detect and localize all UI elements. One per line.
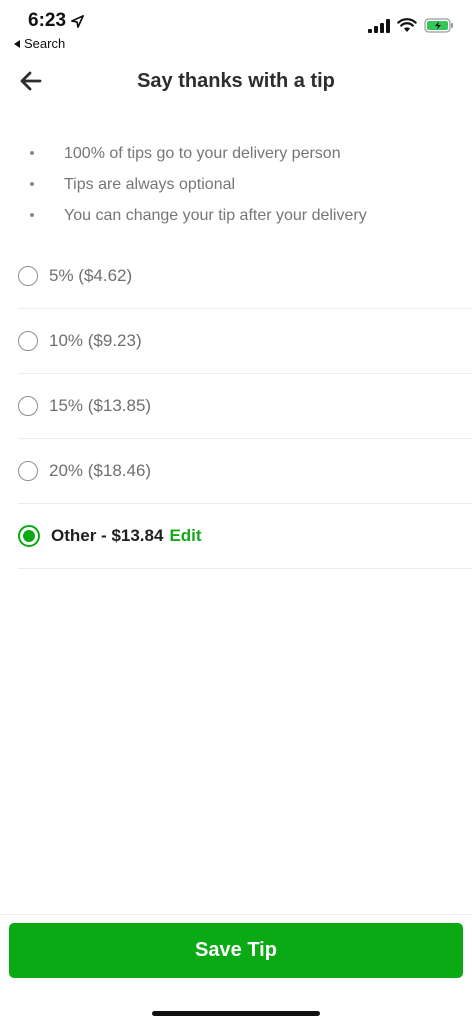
page-title: Say thanks with a tip [137, 70, 335, 92]
radio-button-icon[interactable] [18, 461, 38, 481]
tip-screen: 6:23 Search Say thanks with a tip 100% o… [0, 0, 472, 1026]
home-indicator[interactable] [152, 1011, 320, 1016]
back-triangle-icon [14, 39, 20, 48]
tip-option-label: Other - $13.84 [51, 526, 164, 545]
info-bullet-text: 100% of tips go to your delivery person [64, 145, 341, 162]
tip-option-other[interactable]: Other - $13.84 Edit [18, 504, 472, 569]
tip-option-label: 10% ($9.23) [49, 331, 142, 350]
location-arrow-icon [71, 14, 84, 28]
info-bullet: 100% of tips go to your delivery person [28, 138, 452, 169]
cellular-signal-icon [368, 18, 390, 33]
wifi-icon [397, 18, 417, 32]
info-bullet-text: Tips are always optional [64, 176, 236, 193]
tip-option-10-percent[interactable]: 10% ($9.23) [18, 309, 472, 374]
bullet-dot-icon [30, 151, 34, 155]
status-bar: 6:23 Search [0, 0, 472, 56]
info-bullet-text: You can change your tip after your deliv… [64, 207, 367, 224]
radio-button-icon[interactable] [18, 331, 38, 351]
bullet-dot-icon [30, 213, 34, 217]
tip-option-label: 15% ($13.85) [49, 396, 152, 415]
tip-option-label: 5% ($4.62) [49, 266, 133, 285]
status-icons [368, 18, 454, 33]
tip-option-15-percent[interactable]: 15% ($13.85) [18, 374, 472, 439]
status-time: 6:23 [28, 10, 85, 32]
radio-button-icon[interactable] [18, 396, 38, 416]
radio-button-selected-icon[interactable] [18, 525, 40, 547]
radio-button-icon[interactable] [18, 266, 38, 286]
back-to-app-link[interactable]: Search [14, 36, 65, 51]
radio-dot-icon [23, 530, 35, 542]
status-time-text: 6:23 [28, 10, 67, 31]
tip-info-list: 100% of tips go to your delivery person … [28, 138, 452, 231]
battery-charging-icon [424, 18, 453, 33]
tip-option-5-percent[interactable]: 5% ($4.62) [18, 244, 472, 309]
info-bullet: You can change your tip after your deliv… [28, 200, 452, 231]
tip-option-20-percent[interactable]: 20% ($18.46) [18, 439, 472, 504]
header: Say thanks with a tip [0, 56, 472, 106]
tip-option-label: 20% ($18.46) [49, 461, 152, 480]
save-tip-button[interactable]: Save Tip [9, 923, 463, 978]
bullet-dot-icon [30, 182, 34, 186]
info-bullet: Tips are always optional [28, 169, 452, 200]
back-app-label: Search [24, 36, 66, 51]
tip-options: 5% ($4.62) 10% ($9.23) 15% ($13.85) 20% … [18, 244, 472, 569]
edit-tip-link[interactable]: Edit [169, 526, 201, 546]
footer-divider [0, 914, 472, 915]
